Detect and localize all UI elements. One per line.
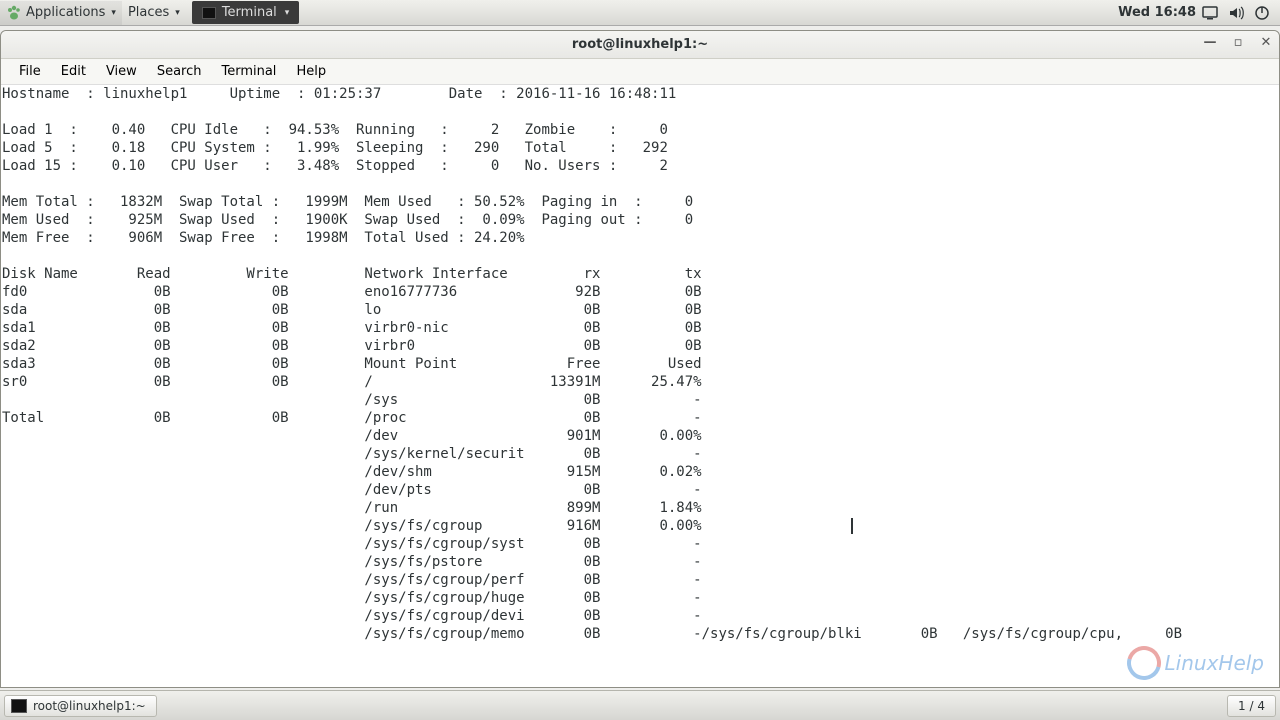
taskbar-terminal-button[interactable]: root@linuxhelp1:~ <box>4 695 157 717</box>
applications-menu[interactable]: Applications ▾ <box>0 1 122 25</box>
linuxhelp-logo: LinuxHelp <box>1127 646 1264 680</box>
terminal-icon <box>202 7 216 19</box>
logo-text: LinuxHelp <box>1165 651 1264 675</box>
bottom-taskbar: root@linuxhelp1:~ 1 / 4 <box>0 690 1280 720</box>
menu-help[interactable]: Help <box>286 60 336 83</box>
minimize-button[interactable]: — <box>1203 35 1217 50</box>
clock[interactable]: Wed 16:48 <box>1112 1 1202 24</box>
applications-label: Applications <box>26 5 105 20</box>
terminal-menubar: File Edit View Search Terminal Help <box>1 59 1279 85</box>
places-label: Places <box>128 5 169 20</box>
menu-file[interactable]: File <box>9 60 51 83</box>
logo-icon <box>1120 640 1166 686</box>
display-icon[interactable] <box>1202 5 1218 21</box>
menu-edit[interactable]: Edit <box>51 60 96 83</box>
workspace-indicator[interactable]: 1 / 4 <box>1227 695 1276 717</box>
chevron-down-icon: ▾ <box>175 8 180 18</box>
menu-terminal[interactable]: Terminal <box>211 60 286 83</box>
active-app-label: Terminal <box>222 5 277 20</box>
active-app-indicator[interactable]: Terminal ▾ <box>192 1 299 24</box>
chevron-down-icon: ▾ <box>111 8 116 18</box>
maximize-button[interactable]: ▫ <box>1231 35 1245 50</box>
places-menu[interactable]: Places ▾ <box>122 1 186 24</box>
text-cursor <box>851 518 853 534</box>
terminal-window: root@linuxhelp1:~ — ▫ ✕ File Edit View S… <box>0 30 1280 688</box>
volume-icon[interactable] <box>1228 5 1244 21</box>
chevron-down-icon: ▾ <box>285 8 290 18</box>
gnome-top-bar: Applications ▾ Places ▾ Terminal ▾ Wed 16:4… <box>0 0 1280 26</box>
window-title: root@linuxhelp1:~ <box>572 37 708 52</box>
terminal-output[interactable]: Hostname : linuxhelp1 Uptime : 01:25:37 … <box>1 85 1279 687</box>
power-icon[interactable] <box>1254 5 1270 21</box>
terminal-icon <box>11 699 27 713</box>
menu-view[interactable]: View <box>96 60 147 83</box>
task-title: root@linuxhelp1:~ <box>33 699 146 713</box>
gnome-foot-icon <box>6 5 22 21</box>
menu-search[interactable]: Search <box>147 60 212 83</box>
window-titlebar[interactable]: root@linuxhelp1:~ — ▫ ✕ <box>1 31 1279 59</box>
close-button[interactable]: ✕ <box>1259 35 1273 50</box>
